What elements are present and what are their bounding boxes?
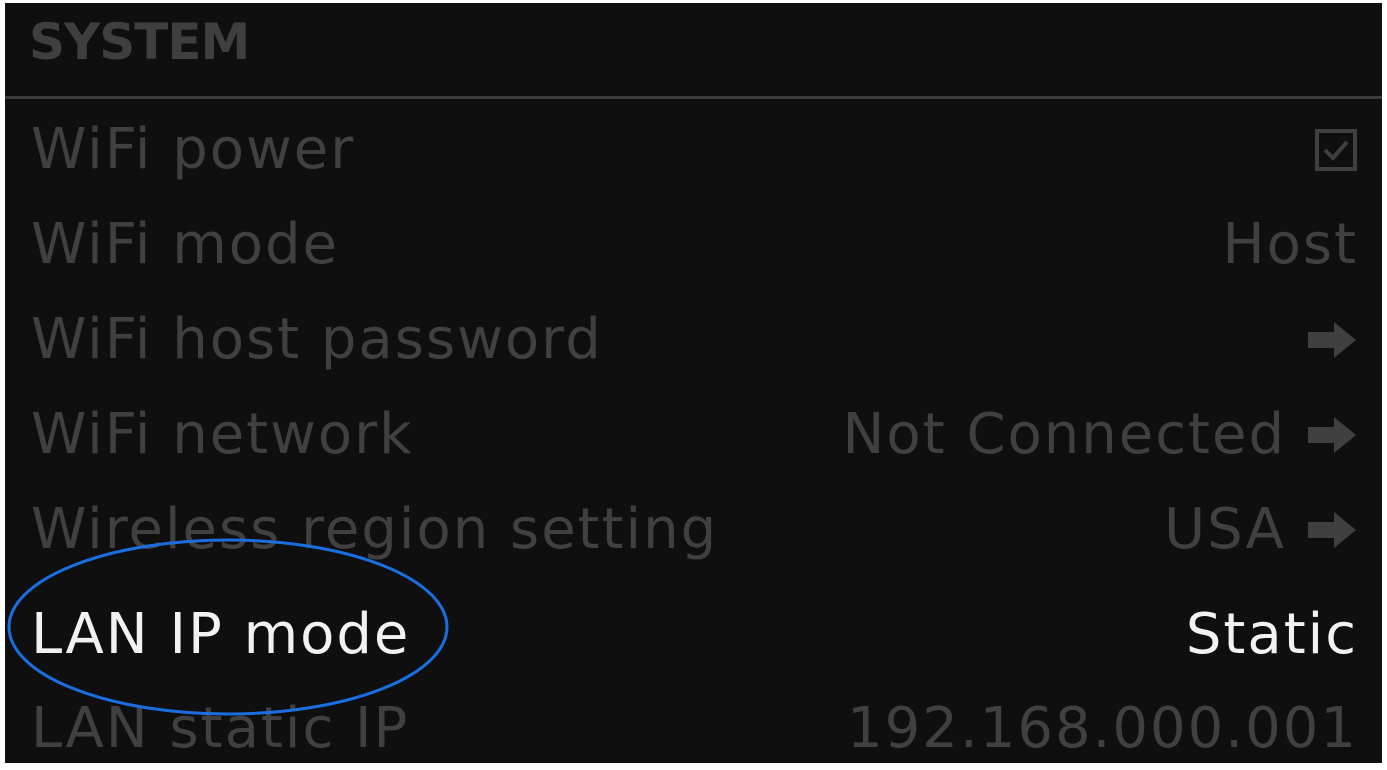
setting-value-container: Host (1222, 197, 1358, 292)
arrow-right-icon (1308, 416, 1356, 453)
setting-label: Wireless region setting (31, 497, 719, 562)
setting-row-wifi-host-password[interactable]: WiFi host password (5, 292, 1382, 387)
setting-label: LAN static IP (31, 696, 410, 761)
setting-value: 192.168.000.001 (847, 696, 1358, 761)
setting-row-wireless-region[interactable]: Wireless region setting USA (5, 482, 1382, 577)
setting-value: USA (1164, 497, 1286, 562)
setting-label: WiFi network (31, 402, 414, 467)
setting-value-container (1314, 102, 1358, 197)
setting-row-lan-static-ip[interactable]: LAN static IP 192.168.000.001 (5, 681, 1382, 763)
setting-label: WiFi power (31, 117, 356, 182)
setting-value: Host (1222, 212, 1358, 277)
section-header: SYSTEM (5, 3, 1382, 99)
setting-row-lan-ip-mode[interactable]: LAN IP mode Static (5, 587, 1382, 682)
setting-value-container: USA (1164, 482, 1358, 577)
setting-row-wifi-network[interactable]: WiFi network Not Connected (5, 387, 1382, 482)
section-title: SYSTEM (29, 13, 250, 71)
setting-value-container: Static (1186, 587, 1358, 682)
setting-value: Not Connected (842, 402, 1286, 467)
setting-row-wifi-mode[interactable]: WiFi mode Host (5, 197, 1382, 292)
setting-value-container: Not Connected (843, 387, 1358, 482)
setting-label: LAN IP mode (31, 602, 411, 667)
arrow-right-icon (1308, 321, 1356, 358)
setting-value-container (1306, 292, 1358, 387)
setting-label: WiFi mode (31, 212, 340, 277)
settings-screen: SYSTEM WiFi power WiFi mode Host WiFi ho… (5, 3, 1382, 763)
setting-value-container: 192.168.000.001 (847, 681, 1358, 763)
setting-label: WiFi host password (31, 307, 603, 372)
arrow-right-icon (1308, 511, 1356, 548)
setting-row-wifi-power[interactable]: WiFi power (5, 102, 1382, 197)
checkbox-checked-icon[interactable] (1314, 128, 1358, 172)
setting-value: Static (1185, 602, 1358, 667)
